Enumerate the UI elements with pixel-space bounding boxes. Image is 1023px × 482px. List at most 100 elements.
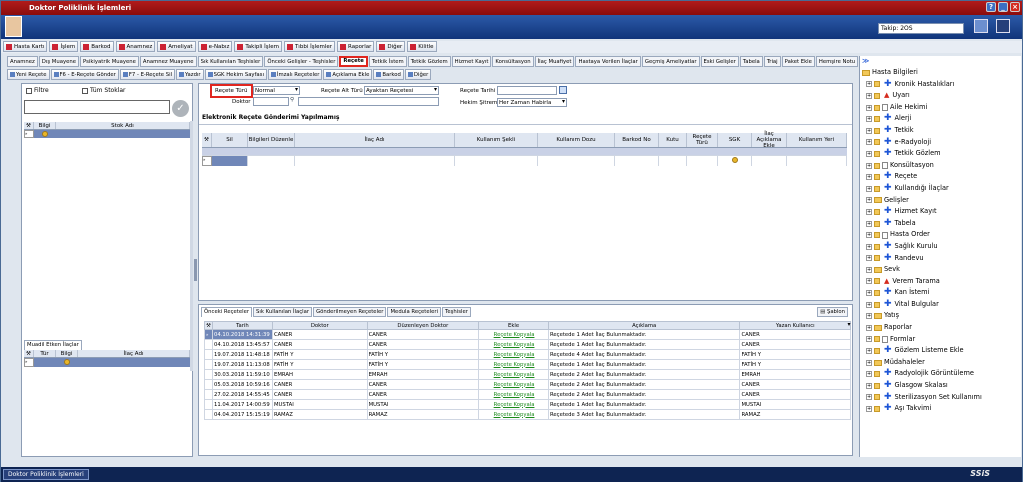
tab-anamnez-muayene[interactable]: Anamnez Muayene <box>139 56 197 67</box>
filter-cell[interactable] <box>248 148 295 155</box>
menu-raporlar-button[interactable]: Raporlar <box>337 41 375 52</box>
toolbar-imzali-receteler-button[interactable]: İmzalı Reçeteler <box>267 69 323 80</box>
tab-recete[interactable]: Reçete <box>339 56 368 67</box>
expand-icon[interactable]: + <box>866 359 872 366</box>
expand-icon[interactable]: + <box>866 150 872 157</box>
recete-kopyala-link[interactable]: Reçete Kopyala <box>478 329 549 340</box>
tree-item-saglik-kurulu[interactable]: + ✚ Sağlık Kurulu <box>862 241 1020 253</box>
expand-icon[interactable]: + <box>866 220 872 227</box>
expand-icon[interactable]: + <box>866 324 872 331</box>
sablon-button[interactable]: ▤ Şablon <box>817 307 848 317</box>
tree-item-alerji[interactable]: + ✚ Alerji <box>862 113 1020 125</box>
expand-icon[interactable]: + <box>866 243 872 250</box>
expand-icon[interactable]: + <box>866 278 872 285</box>
history-row[interactable]: 04.10.2018 13:45:57 CANER CANER Reçete Kopy… <box>204 339 852 350</box>
expand-icon[interactable]: + <box>866 81 872 88</box>
recete-kopyala-link[interactable]: Reçete Kopyala <box>478 379 549 390</box>
expand-icon[interactable]: + <box>866 382 872 389</box>
recete-kopyala-link[interactable]: Reçete Kopyala <box>478 389 549 400</box>
expand-icon[interactable]: + <box>866 174 872 181</box>
tree-root[interactable]: Hasta Bilgileri <box>862 67 1020 79</box>
expand-icon[interactable]: + <box>866 255 872 262</box>
expand-icon[interactable]: + <box>866 301 872 308</box>
filtre-checkbox[interactable]: Filtre <box>26 87 49 94</box>
menu-hasta-karti-button[interactable]: Hasta Kartı <box>3 41 48 52</box>
expand-icon[interactable]: + <box>866 266 872 273</box>
expand-icon[interactable]: + <box>866 185 872 192</box>
stock-search-input[interactable] <box>24 100 170 114</box>
tab-konsultasyon[interactable]: Konsültasyon <box>492 56 534 67</box>
filter-cell[interactable] <box>687 148 718 155</box>
collapse-arrow-icon[interactable]: ≫ <box>862 57 869 65</box>
recete-turu-select[interactable]: Normal <box>253 86 300 95</box>
tab-teshisler[interactable]: Teşhisler <box>442 307 471 317</box>
toolbar-yeni-recete-button[interactable]: Yeni Reçete <box>7 69 50 80</box>
stock-grid-row[interactable]: » <box>24 130 190 138</box>
tree-item-sevk[interactable]: + Sevk <box>862 264 1020 276</box>
wrench-icon[interactable]: ⚒ <box>204 321 213 330</box>
doktor-name-input[interactable] <box>298 97 439 106</box>
filter-cell[interactable] <box>455 148 538 155</box>
history-row[interactable]: 11.04.2017 14:00:59 MUSTAI MUSTAI Reçete Ko… <box>204 399 852 410</box>
minimize-icon[interactable]: _ <box>998 2 1008 12</box>
expand-icon[interactable]: + <box>866 139 872 146</box>
expand-icon[interactable]: + <box>866 336 872 343</box>
tree-item-aile-hekimi[interactable]: + Aile Hekimi <box>862 102 1020 114</box>
hekim-sitremi-select[interactable]: Her Zaman Habirla <box>497 98 567 107</box>
expand-icon[interactable]: + <box>866 208 872 215</box>
history-row[interactable]: 30.03.2018 11:59:10 EMRAH EMRAH Reçete Kopy… <box>204 369 852 380</box>
expand-icon[interactable]: + <box>866 116 872 123</box>
toolbar-f7-e-recete-sil-button[interactable]: F7 - E-Reçete Sil <box>119 69 176 80</box>
recete-kopyala-link[interactable]: Reçete Kopyala <box>478 359 549 370</box>
tree-item-e-radyoloji[interactable]: + ✚ e-Radyoloji <box>862 137 1020 149</box>
tree-item-mudahaleler[interactable]: + Müdahaleler <box>862 357 1020 369</box>
tree-item-yatis[interactable]: + Yatış <box>862 310 1020 322</box>
help-icon[interactable]: ? <box>986 2 996 12</box>
history-row[interactable]: 04.04.2017 15:15:19 RAMAZ RAMAZ Reçete Kopy… <box>204 409 852 420</box>
menu-diger-button[interactable]: Diğer <box>376 41 406 52</box>
tree-item-kan-istemi[interactable]: + ✚ Kan İstemi <box>862 287 1020 299</box>
recete-row[interactable]: » <box>202 156 847 166</box>
tab-gecmis-ameliyatlar[interactable]: Geçmiş Ameliyatlar <box>641 56 700 67</box>
history-row[interactable]: 19.07.2018 11:48:18 FATİH Y FATİH Y Reçete … <box>204 349 852 360</box>
expand-icon[interactable]: + <box>866 127 872 134</box>
expand-icon[interactable]: + <box>866 197 872 204</box>
filter-cell[interactable] <box>295 148 455 155</box>
tab-dis-muayene[interactable]: Dış Muayene <box>38 56 79 67</box>
tab-ilac-muafiyet[interactable]: İlaç Muafiyet <box>534 56 575 67</box>
tab-eski-gelisler[interactable]: Eski Gelişler <box>700 56 739 67</box>
takip-field[interactable]: Takip: 2OS <box>878 23 964 34</box>
tree-item-radyolojik-goruntuleme[interactable]: + ✚ Radyolojik Görüntüleme <box>862 368 1020 380</box>
history-row[interactable]: » 04.10.2018 14:31:39 CANER CANER Reçete Kop… <box>204 329 852 340</box>
tree-item-randevu[interactable]: + ✚ Randevu <box>862 253 1020 265</box>
toolbar-aciklama-ekle-button[interactable]: Açıklama Ekle <box>323 69 373 80</box>
history-row[interactable]: 27.02.2018 14:55:45 CANER CANER Reçete Kopy… <box>204 389 852 400</box>
tree-item-tetkik[interactable]: + ✚ Tetkik <box>862 125 1020 137</box>
filter-cell[interactable] <box>615 148 659 155</box>
history-row[interactable]: 05.03.2018 10:59:16 CANER CANER Reçete Kopy… <box>204 379 852 390</box>
tab-tetkik-istem[interactable]: Tetkik İstem <box>368 56 407 67</box>
tab-paket-ekle[interactable]: Paket Ekle <box>781 56 815 67</box>
taskbar-item[interactable]: Doktor Poliklinik İşlemleri <box>3 469 89 480</box>
recete-kopyala-link[interactable]: Reçete Kopyala <box>478 409 549 420</box>
wrench-icon[interactable]: ⚒ <box>24 122 34 129</box>
muadil-tab[interactable]: Muadil Etken İlaçlar <box>24 340 82 350</box>
expand-icon[interactable]: + <box>866 232 872 239</box>
tab-triaj[interactable]: Triaj <box>763 56 781 67</box>
filter-cell[interactable] <box>212 148 248 155</box>
muadil-grid-row[interactable]: » <box>24 358 190 367</box>
tab-sik-kullanilan-ilaclar[interactable]: Sık Kullanılan İlaçlar <box>253 307 313 317</box>
tree-item-verem-tarama[interactable]: + ▲ Verem Tarama <box>862 276 1020 288</box>
toolbar-yazdir-button[interactable]: Yazdır <box>176 69 204 80</box>
recete-tarihi-input[interactable] <box>497 86 557 95</box>
expand-icon[interactable]: + <box>866 394 872 401</box>
tab-hizmet-kayit[interactable]: Hizmet Kayıt <box>451 56 492 67</box>
filter-cell[interactable] <box>718 148 752 155</box>
tree-item-kullandigi-ilaclar[interactable]: + ✚ Kullandığı İlaçlar <box>862 183 1020 195</box>
expand-icon[interactable]: + <box>866 348 872 355</box>
close-icon[interactable]: × <box>1010 2 1020 12</box>
expand-icon[interactable]: + <box>866 313 872 320</box>
filter-cell[interactable] <box>659 148 687 155</box>
filter-cell[interactable] <box>538 148 615 155</box>
tab-tetkik-gozlem[interactable]: Tetkik Gözlem <box>407 56 451 67</box>
